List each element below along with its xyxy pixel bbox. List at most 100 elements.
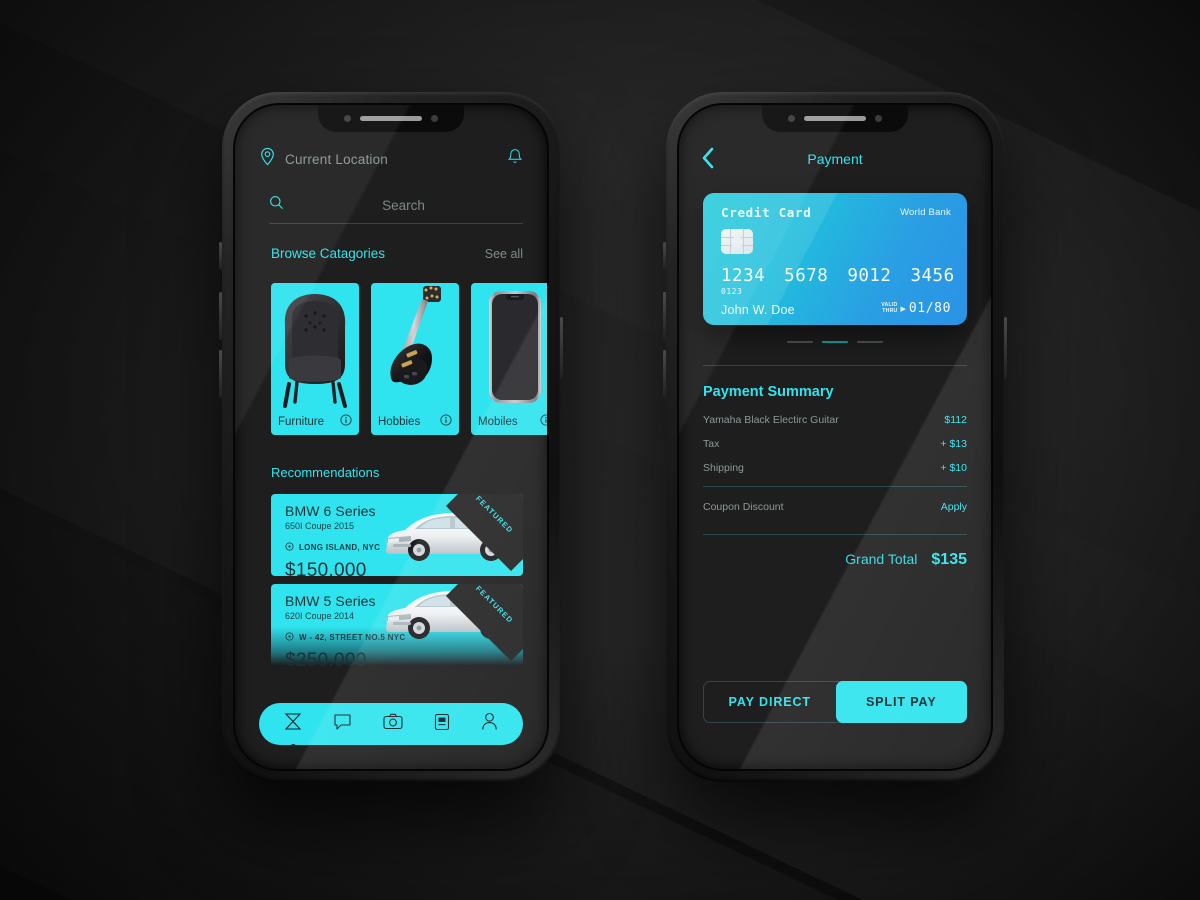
camera-icon: [383, 713, 403, 735]
summary-value: + $13: [940, 438, 967, 450]
summary-label: Yamaha Black Electirc Guitar: [703, 414, 839, 426]
location-pin-icon: [285, 538, 294, 556]
category-label: Hobbies: [378, 416, 421, 428]
phone-left-power-button[interactable]: [560, 317, 563, 379]
tab-documents[interactable]: [434, 713, 450, 736]
payment-actions: PAY DIRECT SPLIT PAY: [703, 681, 967, 723]
grand-total-label: Grand Total: [845, 551, 918, 567]
category-card-hobbies[interactable]: Hobbies: [371, 283, 459, 435]
phone-right-mute-button[interactable]: [663, 242, 666, 270]
card-number-group-4: 3456: [910, 266, 955, 286]
valid-thru-arrow-icon: ▶: [900, 305, 906, 313]
card-expiry-date: 01/80: [908, 301, 951, 316]
card-number-group-2: 5678: [784, 266, 829, 286]
coupon-apply-link[interactable]: Apply: [941, 501, 967, 513]
location-pin-icon: [285, 628, 294, 646]
armchair-icon: [273, 292, 357, 413]
category-hobbies-footer: Hobbies: [371, 409, 459, 435]
phone-left-screen-bezel: Current Location Search Browse Catagorie…: [235, 105, 547, 769]
card-small-number: 0123: [721, 287, 743, 296]
face-sensor-icon: [431, 115, 438, 122]
search-input[interactable]: Search: [284, 198, 523, 213]
bottom-tab-bar: [259, 703, 523, 747]
info-icon[interactable]: [340, 413, 352, 431]
categories-header: Browse Catagories See all: [235, 224, 547, 261]
coupon-row: Coupon Discount Apply: [679, 487, 991, 526]
phone-left-volume-up-button[interactable]: [219, 292, 222, 340]
front-camera-icon: [788, 115, 795, 122]
grand-total-value: $135: [931, 551, 967, 568]
valid-thru-label: VALID THRU: [881, 302, 898, 314]
recommendations-list: BMW 6 Series 650I Coupe 2015 LONG ISLAND…: [235, 480, 547, 666]
phone-right-screen-bezel: Payment Credit Card World Bank 1234 5678…: [679, 105, 991, 769]
listing-location-text: LONG ISLAND, NYC: [299, 542, 381, 552]
categories-list: Furniture Hobbies Mobiles: [235, 283, 547, 435]
bell-icon[interactable]: [507, 148, 523, 171]
face-sensor-icon: [875, 115, 882, 122]
phone-right-power-button[interactable]: [1004, 317, 1007, 379]
credit-card-label: Credit Card: [721, 205, 812, 220]
background-vignette: [0, 0, 1200, 900]
page-title: Payment: [807, 151, 863, 167]
search-icon: [269, 195, 284, 215]
carousel-dash-2-active[interactable]: [822, 341, 848, 343]
coupon-label: Coupon Discount: [703, 501, 784, 513]
electric-guitar-icon: [379, 282, 451, 415]
payment-screen: Payment Credit Card World Bank 1234 5678…: [679, 105, 991, 769]
pay-direct-button[interactable]: PAY DIRECT: [704, 682, 836, 722]
listing-price: $250,000: [285, 650, 367, 666]
carousel-dash-1[interactable]: [787, 341, 813, 343]
credit-card-top-row: Credit Card World Bank: [721, 205, 951, 220]
tab-profile[interactable]: [481, 712, 498, 736]
cardholder-name: John W. Doe: [721, 303, 795, 317]
tab-filter[interactable]: [284, 712, 302, 747]
user-profile-icon: [481, 712, 498, 736]
info-icon[interactable]: [540, 413, 547, 431]
tab-camera[interactable]: [383, 713, 403, 735]
active-tab-dot: [291, 743, 296, 747]
credit-card-number: 1234 5678 9012 3456: [721, 266, 955, 286]
see-all-link[interactable]: See all: [485, 247, 523, 261]
credit-card[interactable]: Credit Card World Bank 1234 5678 9012 34…: [703, 193, 967, 325]
earpiece-speaker: [360, 116, 422, 121]
credit-card-bottom-row: John W. Doe VALID THRU ▶ 01/80: [721, 301, 951, 317]
summary-row-shipping: Shipping + $10: [703, 462, 967, 474]
category-mobiles-footer: Mobiles: [471, 409, 547, 435]
location-pin-icon: [259, 147, 276, 171]
card-chip-icon: [721, 229, 753, 254]
tab-chat[interactable]: [333, 713, 352, 736]
chat-bubble-icon: [333, 713, 352, 736]
phone-right-volume-down-button[interactable]: [663, 350, 666, 398]
phone-right-notch: [762, 105, 908, 132]
phone-left-mute-button[interactable]: [219, 242, 222, 270]
category-label: Mobiles: [478, 416, 518, 428]
search-bar[interactable]: Search: [269, 195, 523, 224]
summary-value: $112: [944, 414, 967, 426]
smartphone-icon: [487, 289, 543, 410]
phone-left-notch: [318, 105, 464, 132]
category-card-mobiles[interactable]: Mobiles: [471, 283, 547, 435]
document-icon: [434, 713, 450, 736]
back-button[interactable]: [701, 147, 715, 174]
summary-row-item: Yamaha Black Electirc Guitar $112: [703, 414, 967, 426]
summary-row-tax: Tax + $13: [703, 438, 967, 450]
phone-left-volume-down-button[interactable]: [219, 350, 222, 398]
category-card-furniture[interactable]: Furniture: [271, 283, 359, 435]
split-pay-button[interactable]: SPLIT PAY: [835, 681, 967, 723]
phone-left-device: Current Location Search Browse Catagorie…: [219, 92, 563, 782]
hourglass-filter-icon: [284, 712, 302, 736]
home-screen: Current Location Search Browse Catagorie…: [235, 105, 547, 769]
phone-right-volume-up-button[interactable]: [663, 292, 666, 340]
credit-card-bank-name: World Bank: [900, 207, 951, 218]
search-placeholder: Search: [382, 197, 425, 213]
info-icon[interactable]: [440, 413, 452, 431]
card-carousel-indicator: [679, 341, 991, 343]
payment-summary-title: Payment Summary: [703, 384, 834, 400]
category-furniture-footer: Furniture: [271, 409, 359, 435]
recommendation-card-bmw6[interactable]: BMW 6 Series 650I Coupe 2015 LONG ISLAND…: [271, 494, 523, 576]
earpiece-speaker: [804, 116, 866, 121]
carousel-dash-3[interactable]: [857, 341, 883, 343]
summary-label: Shipping: [703, 462, 744, 474]
recommendation-card-bmw5[interactable]: BMW 5 Series 620I Coupe 2014 W - 42, STR…: [271, 584, 523, 666]
background: [0, 0, 1200, 900]
